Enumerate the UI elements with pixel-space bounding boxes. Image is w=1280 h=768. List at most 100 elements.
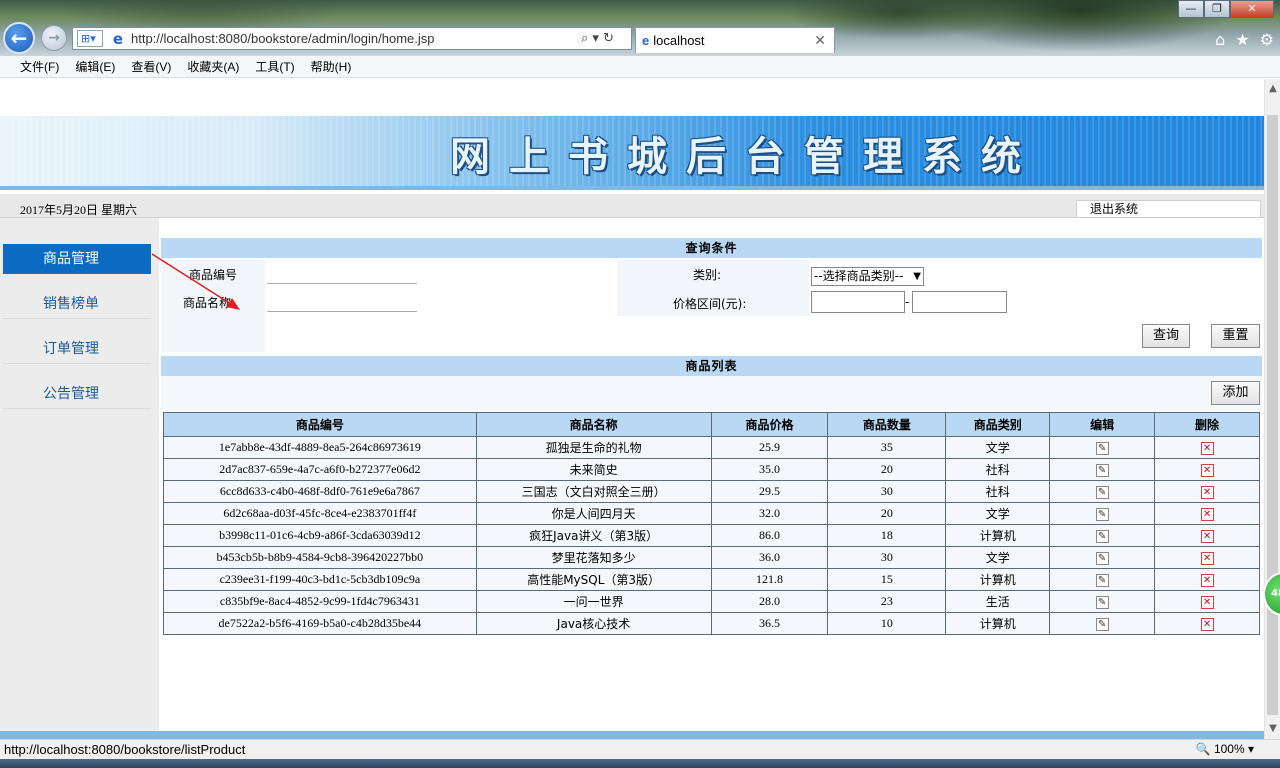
cell-product-id: b3998c11-01c6-4cb9-a86f-3cda63039d12 — [163, 524, 477, 547]
category-selected-value: --选择商品类别-- — [814, 269, 904, 283]
gear-icon[interactable]: ⚙ — [1260, 30, 1274, 49]
reset-button[interactable]: 重置 — [1211, 324, 1260, 348]
cell-product-price: 25.9 — [710, 436, 829, 459]
menu-help[interactable]: 帮助(H) — [311, 58, 352, 75]
page-title: 网上书城后台管理系统 — [450, 133, 1040, 180]
delete-icon[interactable]: ✕ — [1200, 508, 1214, 521]
category-select[interactable]: --选择商品类别-- ▼ — [811, 267, 924, 286]
edit-icon[interactable]: ✎ — [1095, 464, 1109, 477]
menu-tools[interactable]: 工具(T) — [255, 58, 294, 75]
cell-product-name: 三国志（文白对照全三册） — [475, 480, 712, 503]
table-row: 6d2c68aa-d03f-45fc-8ce4-e2383701ff4f 你是人间… — [163, 502, 1260, 525]
tab-localhost[interactable]: e localhost ✕ — [635, 27, 835, 53]
address-bar[interactable]: ⊞▾ e http://localhost:8080/bookstore/adm… — [72, 27, 632, 50]
price-min-input[interactable] — [811, 291, 905, 313]
window-controls: — ❐ ✕ — [1178, 0, 1274, 18]
list-section-title: 商品列表 — [161, 356, 1262, 376]
cell-edit: ✎ — [1049, 458, 1156, 481]
delete-icon[interactable]: ✕ — [1200, 552, 1214, 565]
tab-title: localhost — [653, 33, 705, 48]
chevron-down-icon: ▼ — [913, 271, 921, 282]
minimize-button[interactable]: — — [1178, 0, 1204, 18]
delete-icon[interactable]: ✕ — [1200, 618, 1214, 631]
delete-icon[interactable]: ✕ — [1200, 486, 1214, 499]
vertical-scrollbar[interactable]: ▲ ▼ — [1264, 79, 1280, 739]
edit-icon[interactable]: ✎ — [1095, 574, 1109, 587]
cell-product-id: c835bf9e-8ac4-4852-9c99-1fd4c7963431 — [163, 590, 477, 613]
edit-icon[interactable]: ✎ — [1095, 486, 1109, 499]
cell-delete: ✕ — [1154, 568, 1260, 591]
cell-product-qty: 10 — [827, 612, 947, 635]
edit-icon[interactable]: ✎ — [1095, 530, 1109, 543]
close-tab-icon[interactable]: ✕ — [814, 32, 826, 49]
search-refresh-icons[interactable]: ⌕ ▾ ↻ — [581, 31, 631, 46]
cell-edit: ✎ — [1049, 480, 1156, 503]
home-icon[interactable]: ⌂ — [1215, 30, 1225, 49]
cell-delete: ✕ — [1154, 612, 1260, 635]
cell-product-price: 121.8 — [710, 568, 829, 591]
add-product-button[interactable]: 添加 — [1211, 381, 1260, 405]
edit-icon[interactable]: ✎ — [1095, 552, 1109, 565]
forward-button[interactable]: → — [41, 25, 67, 51]
cell-product-category: 文学 — [945, 502, 1051, 525]
product-table: 商品编号 商品名称 商品价格 商品数量 商品类别 编辑 删除 1e7abb8e-… — [163, 412, 1260, 635]
col-header-edit: 编辑 — [1049, 412, 1156, 437]
cell-product-category: 计算机 — [945, 568, 1051, 591]
query-form: 商品编号 商品名称: 类别: --选择商品类别-- ▼ 价格区间(元): - 查… — [161, 260, 1262, 352]
col-header-name: 商品名称 — [475, 412, 712, 437]
edit-icon[interactable]: ✎ — [1095, 508, 1109, 521]
table-row: c835bf9e-8ac4-4852-9c99-1fd4c7963431 一问一世… — [163, 590, 1260, 613]
cell-delete: ✕ — [1154, 480, 1260, 503]
cell-product-name: 疯狂Java讲义（第3版） — [475, 524, 712, 547]
edit-icon[interactable]: ✎ — [1095, 442, 1109, 455]
menu-view[interactable]: 查看(V) — [131, 58, 171, 75]
compat-view-icon[interactable]: ⊞▾ — [77, 30, 103, 47]
cell-delete: ✕ — [1154, 590, 1260, 613]
delete-icon[interactable]: ✕ — [1200, 530, 1214, 543]
menu-file[interactable]: 文件(F) — [20, 58, 59, 75]
maximize-button[interactable]: ❐ — [1204, 0, 1230, 18]
cell-product-id: b453cb5b-b8b9-4584-9cb8-396420227bb0 — [163, 546, 477, 569]
edit-icon[interactable]: ✎ — [1095, 618, 1109, 631]
address-url[interactable]: http://localhost:8080/bookstore/admin/lo… — [131, 31, 581, 46]
price-max-input[interactable] — [912, 291, 1007, 313]
cell-edit: ✎ — [1049, 502, 1156, 525]
scroll-down-icon[interactable]: ▼ — [1265, 721, 1280, 737]
close-window-button[interactable]: ✕ — [1230, 0, 1274, 18]
cell-product-price: 36.0 — [710, 546, 829, 569]
scroll-thumb[interactable] — [1267, 115, 1278, 715]
zoom-level[interactable]: 🔍 100% ▾ — [1196, 740, 1254, 759]
table-row: 1e7abb8e-43df-4889-8ea5-264c86973619 孤独是生… — [163, 436, 1260, 459]
delete-icon[interactable]: ✕ — [1200, 442, 1214, 455]
cell-delete: ✕ — [1154, 502, 1260, 525]
category-label: 类别: — [693, 268, 722, 282]
price-separator: - — [905, 295, 910, 309]
col-header-qty: 商品数量 — [827, 412, 947, 437]
logout-button[interactable]: 退出系统 — [1076, 200, 1261, 218]
favorites-star-icon[interactable]: ★ — [1235, 30, 1249, 49]
cell-product-qty: 20 — [827, 458, 947, 481]
product-list-section: 商品列表 添加 商品编号 商品名称 商品价格 商品数量 商品类别 编辑 删除 1… — [161, 356, 1262, 739]
search-button[interactable]: 查询 — [1142, 324, 1190, 348]
sidebar-item-notice-management[interactable]: 公告管理 — [3, 379, 151, 409]
delete-icon[interactable]: ✕ — [1200, 464, 1214, 477]
cell-delete: ✕ — [1154, 524, 1260, 547]
scroll-up-icon[interactable]: ▲ — [1265, 81, 1280, 97]
cell-product-id: 2d7ac837-659e-4a7c-a6f0-b272377e06d2 — [163, 458, 477, 481]
menu-favorites[interactable]: 收藏夹(A) — [187, 58, 239, 75]
cell-product-name: 你是人间四月天 — [475, 502, 712, 525]
cell-product-price: 86.0 — [710, 524, 829, 547]
cell-product-name: 高性能MySQL（第3版） — [475, 568, 712, 591]
cell-product-category: 社科 — [945, 458, 1051, 481]
edit-icon[interactable]: ✎ — [1095, 596, 1109, 609]
cell-product-price: 29.5 — [710, 480, 829, 503]
sidebar-item-order-management[interactable]: 订单管理 — [3, 334, 151, 364]
cell-product-category: 生活 — [945, 590, 1051, 613]
status-bar: http://localhost:8080/bookstore/listProd… — [0, 739, 1280, 759]
annotation-arrow — [151, 253, 240, 310]
menu-edit[interactable]: 编辑(E) — [75, 58, 115, 75]
delete-icon[interactable]: ✕ — [1200, 596, 1214, 609]
delete-icon[interactable]: ✕ — [1200, 574, 1214, 587]
cell-product-category: 文学 — [945, 546, 1051, 569]
back-button[interactable]: ← — [3, 22, 35, 54]
